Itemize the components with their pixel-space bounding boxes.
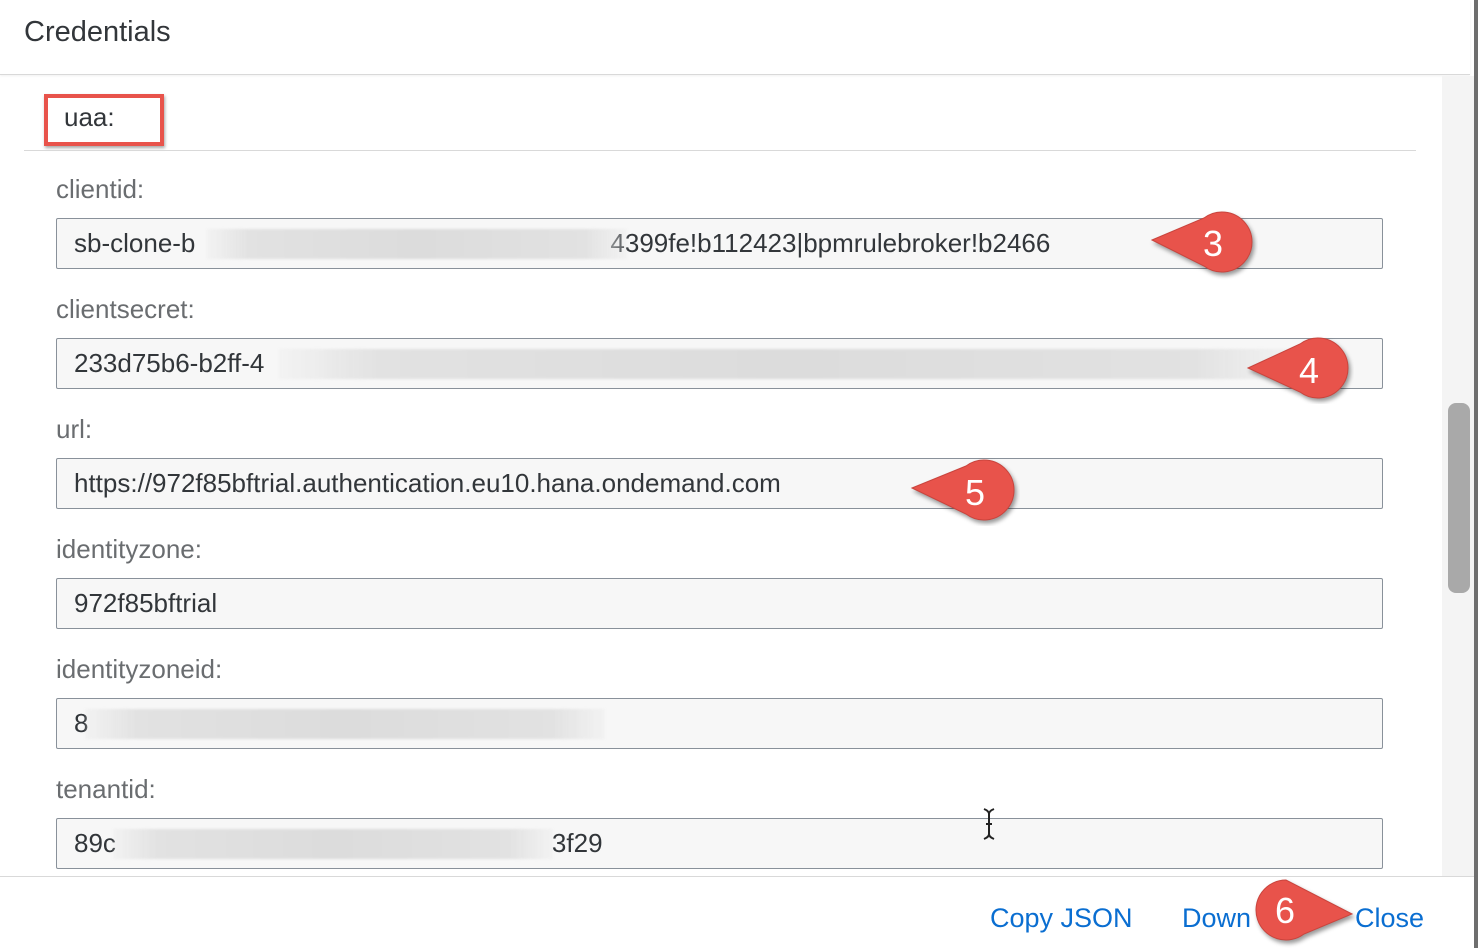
callout-5-number: 5 [964,472,986,513]
credentials-dialog: Credentials uaa: clientid: sb-clone-b 439… [0,0,1478,949]
redaction-blur [85,709,605,739]
tenantid-field[interactable]: 89c 3f29 [56,818,1383,869]
clientsecret-value-start: 233d75b6-b2ff-4 [74,348,265,378]
url-label: url: [56,414,93,444]
redaction-blur [113,829,553,859]
callout-4: 4 [1244,332,1354,404]
clientid-value-end: 4399fe!b112423|bpmrulebroker!b2466 [610,228,1051,258]
tenantid-value-end: 3f29 [551,828,603,858]
callout-6-number: 6 [1274,890,1296,931]
callout-4-number: 4 [1298,350,1320,391]
url-field[interactable]: https://972f85bftrial.authentication.eu1… [56,458,1383,509]
callout-3-number: 3 [1202,223,1224,264]
dialog-content[interactable]: uaa: clientid: sb-clone-b 4399fe!b112423|… [0,76,1440,876]
identityzoneid-field[interactable]: 8 [56,698,1383,749]
callout-6: 6 [1244,874,1356,948]
window-edge [1474,0,1478,948]
callout-5: 5 [910,454,1020,526]
section-divider [24,150,1416,151]
identityzone-field[interactable]: 972f85bftrial [56,578,1383,629]
callout-3: 3 [1148,208,1258,280]
text-cursor-icon [981,808,997,840]
copy-json-button[interactable]: Copy JSON [990,903,1133,934]
url-value: https://972f85bftrial.authentication.eu1… [74,468,781,498]
dialog-header: Credentials [0,0,1470,75]
clientid-value-start: sb-clone-b [74,228,196,258]
clientid-label: clientid: [56,174,145,204]
tenantid-label: tenantid: [56,774,156,804]
clientsecret-label: clientsecret: [56,294,195,324]
identityzoneid-label: identityzoneid: [56,654,223,684]
identityzone-value: 972f85bftrial [74,588,218,618]
clientsecret-field[interactable]: 233d75b6-b2ff-4 [56,338,1383,389]
dialog-title: Credentials [24,16,171,48]
redaction-blur [279,349,1299,379]
download-button[interactable]: Down [1182,903,1251,934]
close-button[interactable]: Close [1355,903,1424,934]
tenantid-value-start: 89c [74,828,116,858]
highlight-annotation-box [44,94,164,146]
redaction-blur [207,229,627,259]
scrollbar-thumb[interactable] [1448,403,1470,593]
identityzone-label: identityzone: [56,534,202,564]
